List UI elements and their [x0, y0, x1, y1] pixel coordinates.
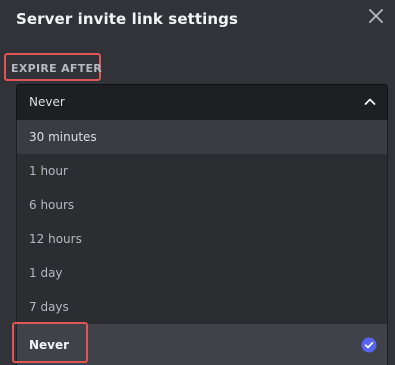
expire-after-label: EXPIRE AFTER	[11, 62, 103, 75]
close-button[interactable]	[364, 4, 388, 28]
option-1-day[interactable]: 1 day	[17, 256, 387, 290]
expire-options-menu: 30 minutes 1 hour 6 hours 12 hours 1 day…	[16, 120, 388, 365]
close-icon	[369, 9, 383, 23]
modal-title: Server invite link settings	[16, 10, 239, 28]
chevron-up-icon	[364, 98, 376, 105]
option-label: 30 minutes	[29, 130, 97, 144]
option-12-hours[interactable]: 12 hours	[17, 222, 387, 256]
option-label: 7 days	[29, 300, 69, 314]
select-value: Never	[29, 95, 65, 109]
option-7-days[interactable]: 7 days	[17, 290, 387, 324]
option-label: 6 hours	[29, 198, 75, 212]
option-label: 12 hours	[29, 232, 82, 246]
option-label: 1 day	[29, 266, 63, 280]
expire-after-select[interactable]: Never	[16, 84, 388, 120]
option-label: Never	[29, 338, 70, 352]
option-30-minutes[interactable]: 30 minutes	[17, 120, 387, 154]
option-6-hours[interactable]: 6 hours	[17, 188, 387, 222]
option-label: 1 hour	[29, 164, 68, 178]
option-1-hour[interactable]: 1 hour	[17, 154, 387, 188]
check-icon	[361, 337, 377, 353]
option-never[interactable]: Never	[17, 324, 387, 365]
invite-settings-modal: Server invite link settings EXPIRE AFTER…	[0, 0, 395, 365]
